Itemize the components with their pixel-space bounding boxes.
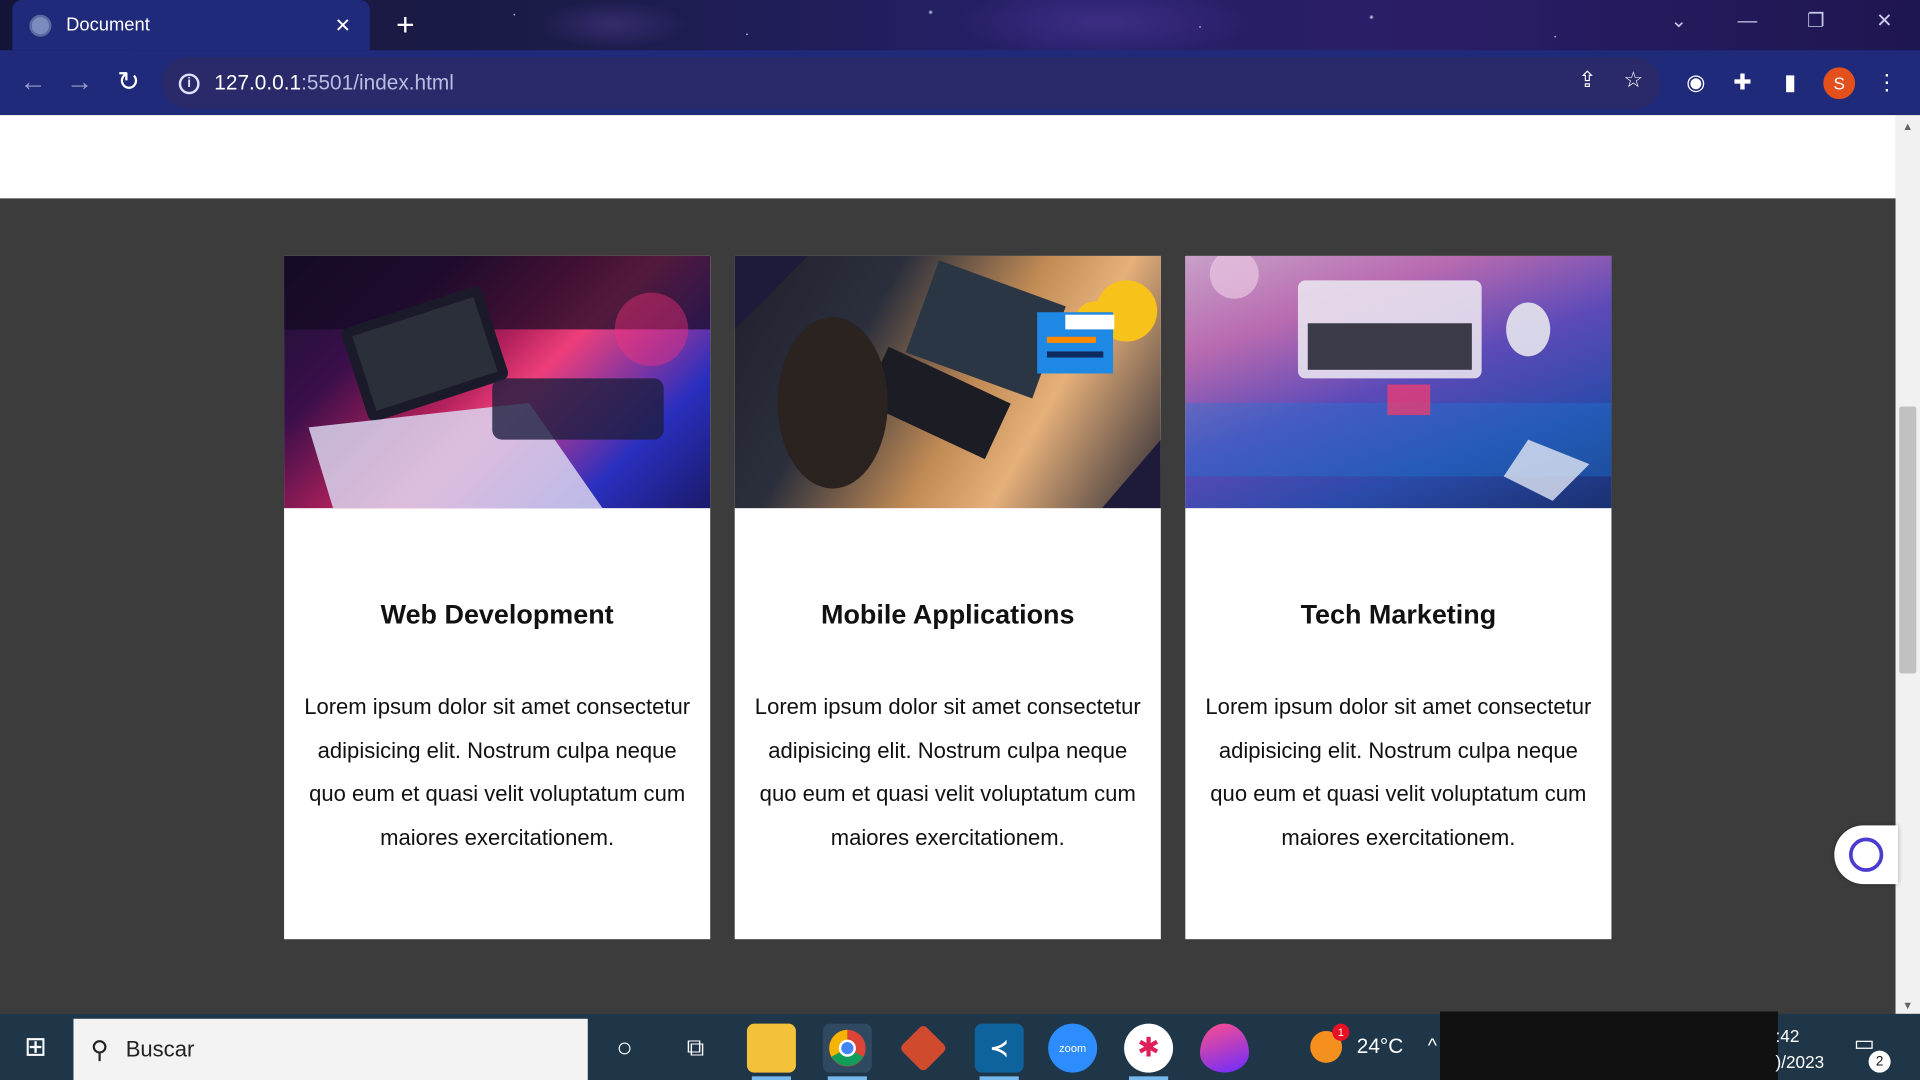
- chrome-icon[interactable]: [822, 1023, 872, 1080]
- scroll-thumb[interactable]: [1899, 406, 1917, 674]
- page-scrollbar[interactable]: ▲ ▼: [1895, 115, 1920, 1014]
- card-image-mobile-applications: [734, 255, 1161, 509]
- forward-button[interactable]: →: [61, 65, 98, 102]
- clock-time: :42: [1775, 1026, 1800, 1046]
- search-icon: ⚲: [90, 1036, 109, 1064]
- restore-button[interactable]: ❐: [1782, 0, 1851, 49]
- tray-expand-icon[interactable]: ^: [1428, 1036, 1437, 1058]
- profile-avatar[interactable]: S: [1823, 67, 1856, 100]
- card-title: Web Development: [380, 598, 614, 630]
- search-placeholder: Buscar: [125, 1036, 195, 1062]
- scroll-down-icon[interactable]: ▼: [1896, 997, 1920, 1014]
- card-description: Lorem ipsum dolor sit amet consectetur a…: [304, 694, 691, 850]
- browser-tab[interactable]: Document ✕: [12, 0, 370, 51]
- close-tab-icon[interactable]: ✕: [331, 13, 355, 37]
- windows-taskbar: ⊞ ⚲ Buscar ○ ⧉ ≺ zoom ✱ 1 24°C ^:42)/2…: [0, 1011, 1920, 1080]
- weather-alert-badge: 1: [1332, 1023, 1350, 1041]
- browser-toolbar: ← → ↻ i 127.0.0.1:5501/index.html ⇪ ☆ ◉ …: [0, 50, 1920, 116]
- card-title: Tech Marketing: [1300, 598, 1497, 630]
- file-explorer-icon[interactable]: [746, 1023, 796, 1080]
- windows-start-icon[interactable]: ⊞: [0, 1014, 71, 1080]
- extensions-puzzle-icon[interactable]: ✚: [1725, 65, 1759, 99]
- tab-search-icon[interactable]: ⌄: [1645, 0, 1714, 49]
- card-description: Lorem ipsum dolor sit amet consectetur a…: [1205, 694, 1592, 850]
- globe-icon: [29, 14, 52, 37]
- card-mobile-applications: Mobile Applications Lorem ipsum dolor si…: [734, 255, 1161, 940]
- tab-title: Document: [66, 14, 150, 36]
- tray-overlay: [1440, 1011, 1778, 1080]
- bookmark-star-icon[interactable]: ☆: [1624, 67, 1644, 93]
- floating-assistant-button[interactable]: [1834, 825, 1898, 885]
- weather-sun-icon: 1: [1310, 1023, 1350, 1063]
- close-window-button[interactable]: ✕: [1850, 0, 1919, 49]
- more-menu-icon[interactable]: ⋮: [1870, 65, 1904, 99]
- card-title: Mobile Applications: [821, 598, 1075, 630]
- header-band: [0, 115, 1896, 199]
- reload-button[interactable]: ↻: [110, 65, 147, 102]
- git-client-icon[interactable]: [899, 1023, 948, 1073]
- robot-face-icon: [1848, 837, 1884, 872]
- paint-drop-icon[interactable]: [1200, 1023, 1249, 1073]
- cortana-icon[interactable]: ○: [600, 1024, 649, 1073]
- page-content: Web Development Lorem ipsum dolor sit am…: [0, 115, 1896, 1014]
- card-web-development: Web Development Lorem ipsum dolor sit am…: [284, 255, 711, 940]
- zoom-icon[interactable]: zoom: [1048, 1023, 1098, 1073]
- side-panel-icon[interactable]: ▮: [1773, 65, 1807, 99]
- card-tech-marketing: Tech Marketing Lorem ipsum dolor sit ame…: [1185, 255, 1612, 940]
- new-tab-button[interactable]: +: [387, 7, 424, 44]
- developer-desk-illustration: [284, 255, 711, 509]
- extension-robot-icon[interactable]: ◉: [1679, 65, 1713, 99]
- url-host: 127.0.0.1: [214, 71, 302, 95]
- taskbar-search[interactable]: ⚲ Buscar: [73, 1018, 588, 1080]
- info-icon[interactable]: i: [178, 72, 200, 94]
- task-view-icon[interactable]: ⧉: [671, 1024, 720, 1073]
- address-bar[interactable]: i 127.0.0.1:5501/index.html ⇪ ☆: [161, 57, 1661, 109]
- laptop-typing-illustration: [1185, 255, 1612, 501]
- weather-temperature: 24°C: [1356, 1034, 1404, 1058]
- minimize-button[interactable]: —: [1713, 0, 1782, 49]
- scroll-up-icon[interactable]: ▲: [1896, 118, 1920, 135]
- back-button[interactable]: ←: [15, 65, 52, 102]
- slack-icon[interactable]: ✱: [1124, 1023, 1174, 1080]
- card-image-tech-marketing: [1185, 255, 1612, 509]
- vscode-icon[interactable]: ≺: [974, 1023, 1024, 1080]
- chrome-logo: [828, 1029, 866, 1067]
- weather-widget[interactable]: 1 24°C ^: [1310, 1023, 1437, 1063]
- programmer-laptops-illustration: [734, 255, 1161, 509]
- share-icon[interactable]: ⇪: [1578, 67, 1596, 93]
- clock-date: )/2023: [1775, 1051, 1825, 1072]
- system-clock[interactable]: :42 )/2023: [1776, 1024, 1825, 1075]
- card-description: Lorem ipsum dolor sit amet consectetur a…: [754, 694, 1141, 850]
- url-path: :5501/index.html: [301, 71, 454, 95]
- card-image-web-development: [284, 255, 711, 509]
- notification-badge: 2: [1868, 1050, 1891, 1073]
